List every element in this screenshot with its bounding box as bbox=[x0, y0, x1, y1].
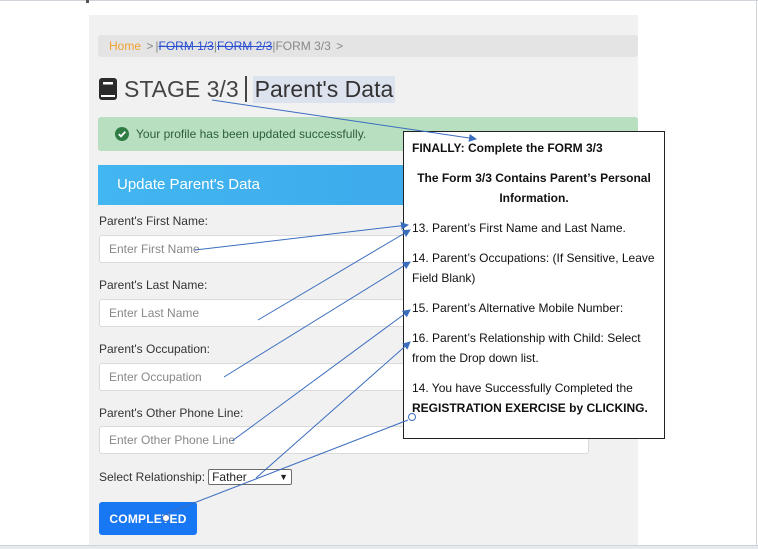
last-name-label: Parent's Last Name: bbox=[99, 278, 208, 292]
frame-right-border bbox=[756, 0, 757, 549]
title-divider bbox=[244, 76, 247, 102]
frame-bottom-border bbox=[0, 545, 758, 549]
callout-item-completed-bold: REGISTRATION EXERCISE by CLICKING. bbox=[412, 401, 648, 415]
relationship-select[interactable]: Father ▼ bbox=[208, 469, 293, 485]
success-message: Your profile has been updated successful… bbox=[136, 127, 367, 141]
book-icon bbox=[99, 78, 117, 100]
frame-marker bbox=[86, 0, 89, 3]
breadcrumb: Home > |FORM 1/3|FORM 2/3|FORM 3/3 > bbox=[98, 35, 638, 57]
callout-item-completed-text: 14. You have Successfully Completed the bbox=[412, 381, 633, 395]
callout-item-16: 16. Parent’s Relationship with Child: Se… bbox=[412, 331, 641, 365]
breadcrumb-form1-link[interactable]: FORM 1/3 bbox=[159, 39, 214, 53]
stage-subtitle: Parent's Data bbox=[252, 75, 396, 103]
breadcrumb-separator-end: > bbox=[336, 39, 344, 53]
callout-heading: FINALLY: Complete the FORM 3/3 bbox=[412, 141, 603, 155]
occupation-label: Parent's Occupation: bbox=[99, 342, 211, 356]
breadcrumb-current: FORM 3/3 bbox=[275, 39, 331, 53]
relationship-selected-value: Father bbox=[212, 470, 247, 484]
relationship-row: Select Relationship: Father ▼ bbox=[99, 468, 293, 486]
callout-item-13: 13. Parent’s First Name and Last Name. bbox=[412, 221, 626, 235]
callout-item-15: 15. Parent’s Alternative Mobile Number: bbox=[412, 301, 624, 315]
screenshot-root: Home > |FORM 1/3|FORM 2/3|FORM 3/3 > STAG… bbox=[0, 0, 758, 549]
stage-label: STAGE 3/3 bbox=[124, 75, 239, 102]
breadcrumb-home-link[interactable]: Home bbox=[109, 39, 141, 53]
callout-item-completed: 14. You have Successfully Completed the … bbox=[412, 378, 656, 418]
completed-button[interactable]: COMPLETED bbox=[99, 502, 197, 535]
chevron-down-icon: ▼ bbox=[279, 472, 289, 482]
first-name-label: Parent's First Name: bbox=[99, 214, 208, 228]
check-circle-icon bbox=[115, 127, 129, 141]
breadcrumb-separator: > bbox=[146, 39, 154, 53]
page-title: STAGE 3/3 Parent's Data bbox=[98, 73, 396, 105]
phone-label: Parent's Other Phone Line: bbox=[99, 406, 244, 420]
callout-item-14: 14. Parent’s Occupations: (If Sensitive,… bbox=[412, 251, 655, 285]
frame-top-border bbox=[0, 0, 758, 1]
breadcrumb-form2-link[interactable]: FORM 2/3 bbox=[217, 39, 272, 53]
callout-intro: The Form 3/3 Contains Parent’s Personal … bbox=[417, 171, 651, 205]
instruction-callout: FINALLY: Complete the FORM 3/3 The Form … bbox=[403, 131, 665, 439]
relationship-label: Select Relationship: bbox=[99, 470, 206, 484]
